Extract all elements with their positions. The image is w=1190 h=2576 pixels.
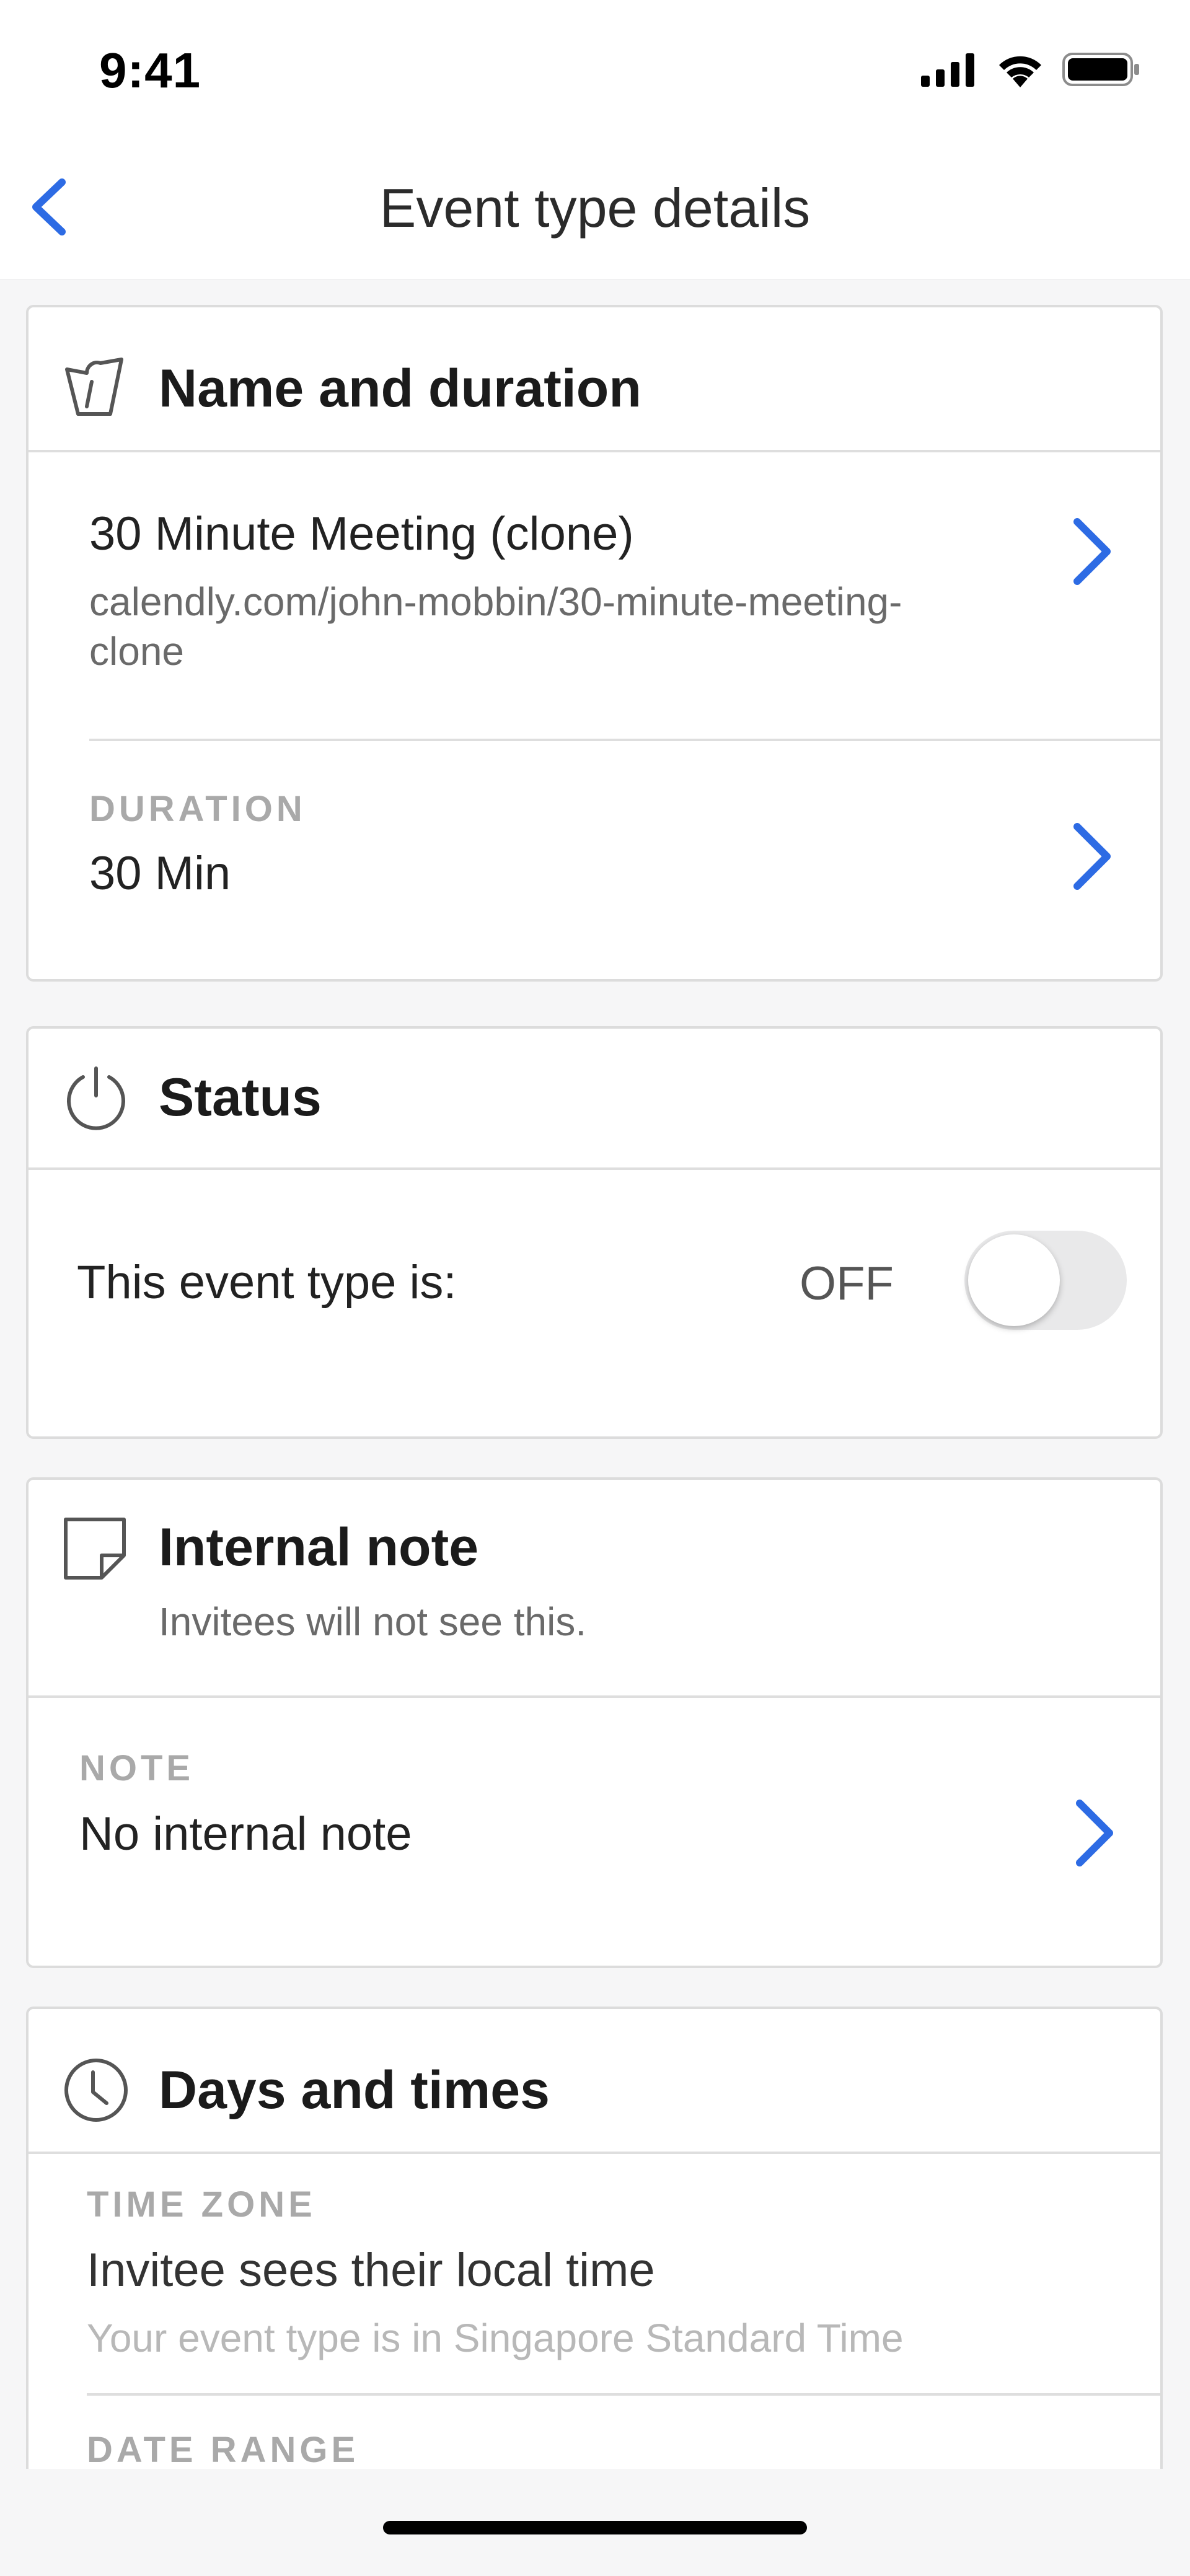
status-icons — [921, 51, 1140, 88]
wifi-icon — [999, 56, 1041, 87]
divider — [29, 1167, 1160, 1170]
home-indicator — [383, 2521, 807, 2534]
note-icon — [64, 1518, 126, 1580]
event-url-line2: clone — [89, 629, 184, 674]
toggle-state-label: OFF — [800, 1257, 894, 1310]
power-icon — [67, 1066, 125, 1130]
cellular-signal-icon — [921, 53, 974, 87]
timezone-label: TIME ZONE — [87, 2184, 316, 2225]
divider — [87, 2393, 1160, 2396]
timezone-value: Invitee sees their local time — [87, 2244, 655, 2297]
status-toggle[interactable] — [964, 1231, 1127, 1330]
note-label: NOTE — [79, 1748, 195, 1788]
ticket-icon — [65, 358, 123, 416]
event-url-line1: calendly.com/john-mobbin/30-minute-meeti… — [89, 579, 902, 624]
clock-icon — [64, 2059, 128, 2122]
status-time: 9:41 — [99, 43, 201, 98]
status-text: This event type is: — [77, 1256, 457, 1309]
event-name: 30 Minute Meeting (clone) — [89, 508, 634, 560]
internal-note-title: Internal note — [159, 1518, 479, 1577]
status-title: Status — [159, 1068, 322, 1127]
date-range-label: DATE RANGE — [87, 2430, 359, 2470]
name-duration-title: Name and duration — [159, 359, 641, 418]
chevron-right-icon[interactable] — [1066, 819, 1116, 894]
toggle-knob — [968, 1234, 1060, 1326]
chevron-right-icon[interactable] — [1069, 1796, 1118, 1870]
days-times-title: Days and times — [159, 2060, 550, 2120]
duration-value: 30 Min — [89, 847, 231, 900]
timezone-sub: Your event type is in Singapore Standard… — [87, 2316, 904, 2360]
duration-label: DURATION — [89, 789, 306, 829]
page-title: Event type details — [379, 177, 811, 239]
divider — [29, 2152, 1160, 2154]
battery-icon — [1062, 53, 1139, 86]
note-value: No internal note — [79, 1808, 412, 1860]
internal-note-subtitle: Invitees will not see this. — [159, 1599, 587, 1644]
chevron-right-icon[interactable] — [1066, 514, 1116, 589]
